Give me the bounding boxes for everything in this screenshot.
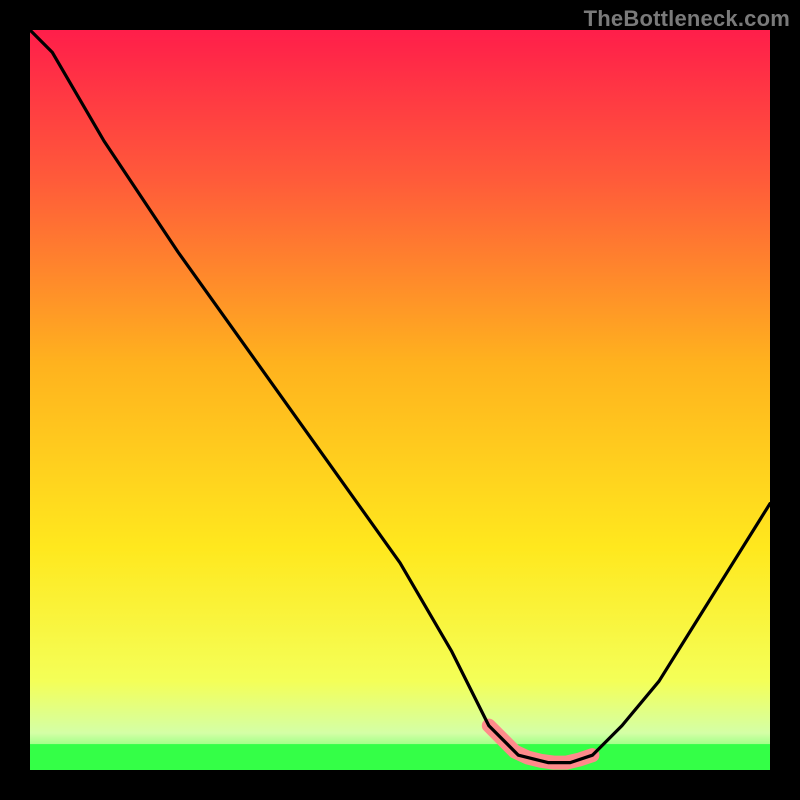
- green-band: [30, 744, 770, 770]
- gradient-background: [30, 30, 770, 770]
- chart-stage: TheBottleneck.com: [0, 0, 800, 800]
- plot-surface: [30, 30, 770, 770]
- watermark-text: TheBottleneck.com: [584, 6, 790, 32]
